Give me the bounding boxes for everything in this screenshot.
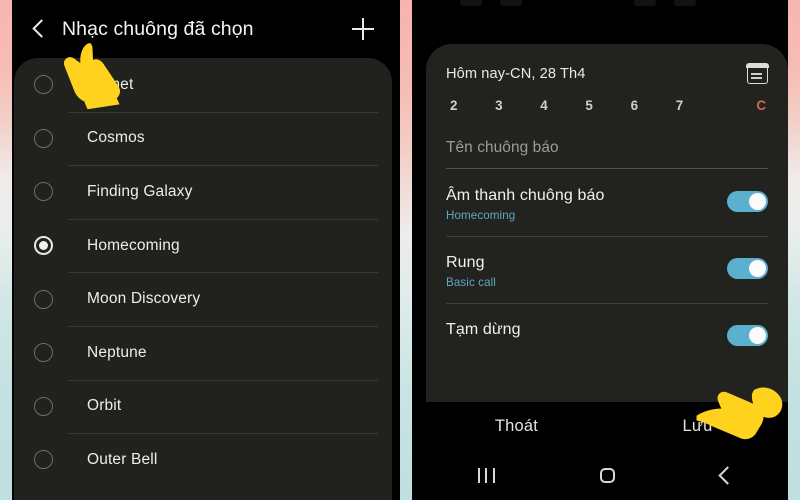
plus-icon[interactable] <box>350 16 376 42</box>
radio-button[interactable] <box>34 182 53 202</box>
weekday-6[interactable]: 6 <box>631 98 676 113</box>
weekday-sunday[interactable]: C <box>721 98 766 113</box>
setting-row-vibration[interactable]: Rung Basic call <box>446 236 768 303</box>
setting-title: Âm thanh chuông báo <box>446 187 605 204</box>
setting-row-snooze[interactable]: Tạm dừng <box>446 303 768 360</box>
list-item[interactable]: Orbit <box>14 379 392 434</box>
right-phone-device: Hôm nay-CN, 28 Th4 2 3 4 5 6 7 C Tên chu… <box>412 0 800 500</box>
back-icon[interactable] <box>667 465 788 485</box>
recents-icon[interactable] <box>426 467 547 483</box>
action-bar: Thoát Lưu <box>426 402 788 450</box>
date-label: Hôm nay-CN, 28 Th4 <box>446 66 586 82</box>
left-phone-screen: Nhạc chuông đã chọn Comet Cosmos Finding… <box>14 0 392 500</box>
weekday-5[interactable]: 5 <box>585 98 630 113</box>
toggle-switch-snooze[interactable] <box>727 325 768 346</box>
status-area <box>426 0 788 44</box>
list-item[interactable]: Cosmos <box>14 111 392 166</box>
left-device-bezel <box>0 0 12 500</box>
android-nav-bar <box>426 450 788 500</box>
save-button[interactable]: Lưu <box>607 417 788 436</box>
setting-subtitle: Basic call <box>446 276 496 289</box>
radio-button-selected[interactable] <box>34 236 53 256</box>
cancel-button[interactable]: Thoát <box>426 417 607 436</box>
list-item[interactable]: Outer Bell <box>14 433 392 487</box>
setting-texts: Âm thanh chuông báo Homecoming <box>446 187 727 222</box>
weekday-4[interactable]: 4 <box>540 98 585 113</box>
weekday-7[interactable]: 7 <box>676 98 721 113</box>
weekday-3[interactable]: 3 <box>495 98 540 113</box>
list-item-label: Comet <box>87 75 134 93</box>
list-item-label: Orbit <box>87 397 122 415</box>
radio-button[interactable] <box>34 289 53 309</box>
weekday-selector: 2 3 4 5 6 7 C <box>426 84 788 113</box>
alarm-editor-card: Hôm nay-CN, 28 Th4 2 3 4 5 6 7 C Tên chu… <box>426 44 788 402</box>
right-device-left-bezel <box>400 0 412 500</box>
screenshot-root: Nhạc chuông đã chọn Comet Cosmos Finding… <box>0 0 800 500</box>
list-item-label: Finding Galaxy <box>87 182 193 200</box>
list-item[interactable]: Neptune <box>14 325 392 380</box>
radio-button[interactable] <box>34 75 53 95</box>
list-item-label: Homecoming <box>87 236 180 254</box>
alarm-name-placeholder: Tên chuông báo <box>446 139 559 156</box>
setting-title: Tạm dừng <box>446 321 521 338</box>
weekday-2[interactable]: 2 <box>450 98 495 113</box>
right-phone-screen: Hôm nay-CN, 28 Th4 2 3 4 5 6 7 C Tên chu… <box>426 0 788 500</box>
setting-texts: Tạm dừng <box>446 321 727 343</box>
list-item-label: Cosmos <box>87 129 145 147</box>
radio-button[interactable] <box>34 396 53 416</box>
ringtone-app-bar: Nhạc chuông đã chọn <box>14 0 392 58</box>
chevron-left-icon[interactable] <box>26 16 52 42</box>
list-item-label: Outer Bell <box>87 450 158 468</box>
list-item[interactable]: Comet <box>14 58 392 112</box>
list-item-label: Neptune <box>87 343 147 361</box>
radio-button[interactable] <box>34 128 53 148</box>
setting-subtitle: Homecoming <box>446 209 516 222</box>
home-icon[interactable] <box>547 467 668 483</box>
toggle-switch-vibration[interactable] <box>727 258 768 279</box>
list-item[interactable]: Finding Galaxy <box>14 165 392 219</box>
radio-button[interactable] <box>34 343 53 363</box>
date-row: Hôm nay-CN, 28 Th4 <box>426 44 788 84</box>
list-item[interactable]: Moon Discovery <box>14 272 392 326</box>
ringtone-list: Comet Cosmos Finding Galaxy Homecoming M <box>14 58 392 500</box>
setting-row-alarm-sound[interactable]: Âm thanh chuông báo Homecoming <box>446 169 768 236</box>
toggle-switch-alarm-sound[interactable] <box>727 191 768 212</box>
left-phone-device: Nhạc chuông đã chọn Comet Cosmos Finding… <box>0 0 400 500</box>
cutoff-chrome <box>426 0 788 8</box>
calendar-icon[interactable] <box>746 63 769 84</box>
list-item-label: Moon Discovery <box>87 290 201 308</box>
radio-button[interactable] <box>34 450 53 470</box>
list-item[interactable]: Homecoming <box>14 218 392 273</box>
setting-texts: Rung Basic call <box>446 254 727 289</box>
page-title: Nhạc chuông đã chọn <box>62 17 254 40</box>
setting-title: Rung <box>446 254 485 271</box>
alarm-name-field[interactable]: Tên chuông báo <box>446 139 768 169</box>
